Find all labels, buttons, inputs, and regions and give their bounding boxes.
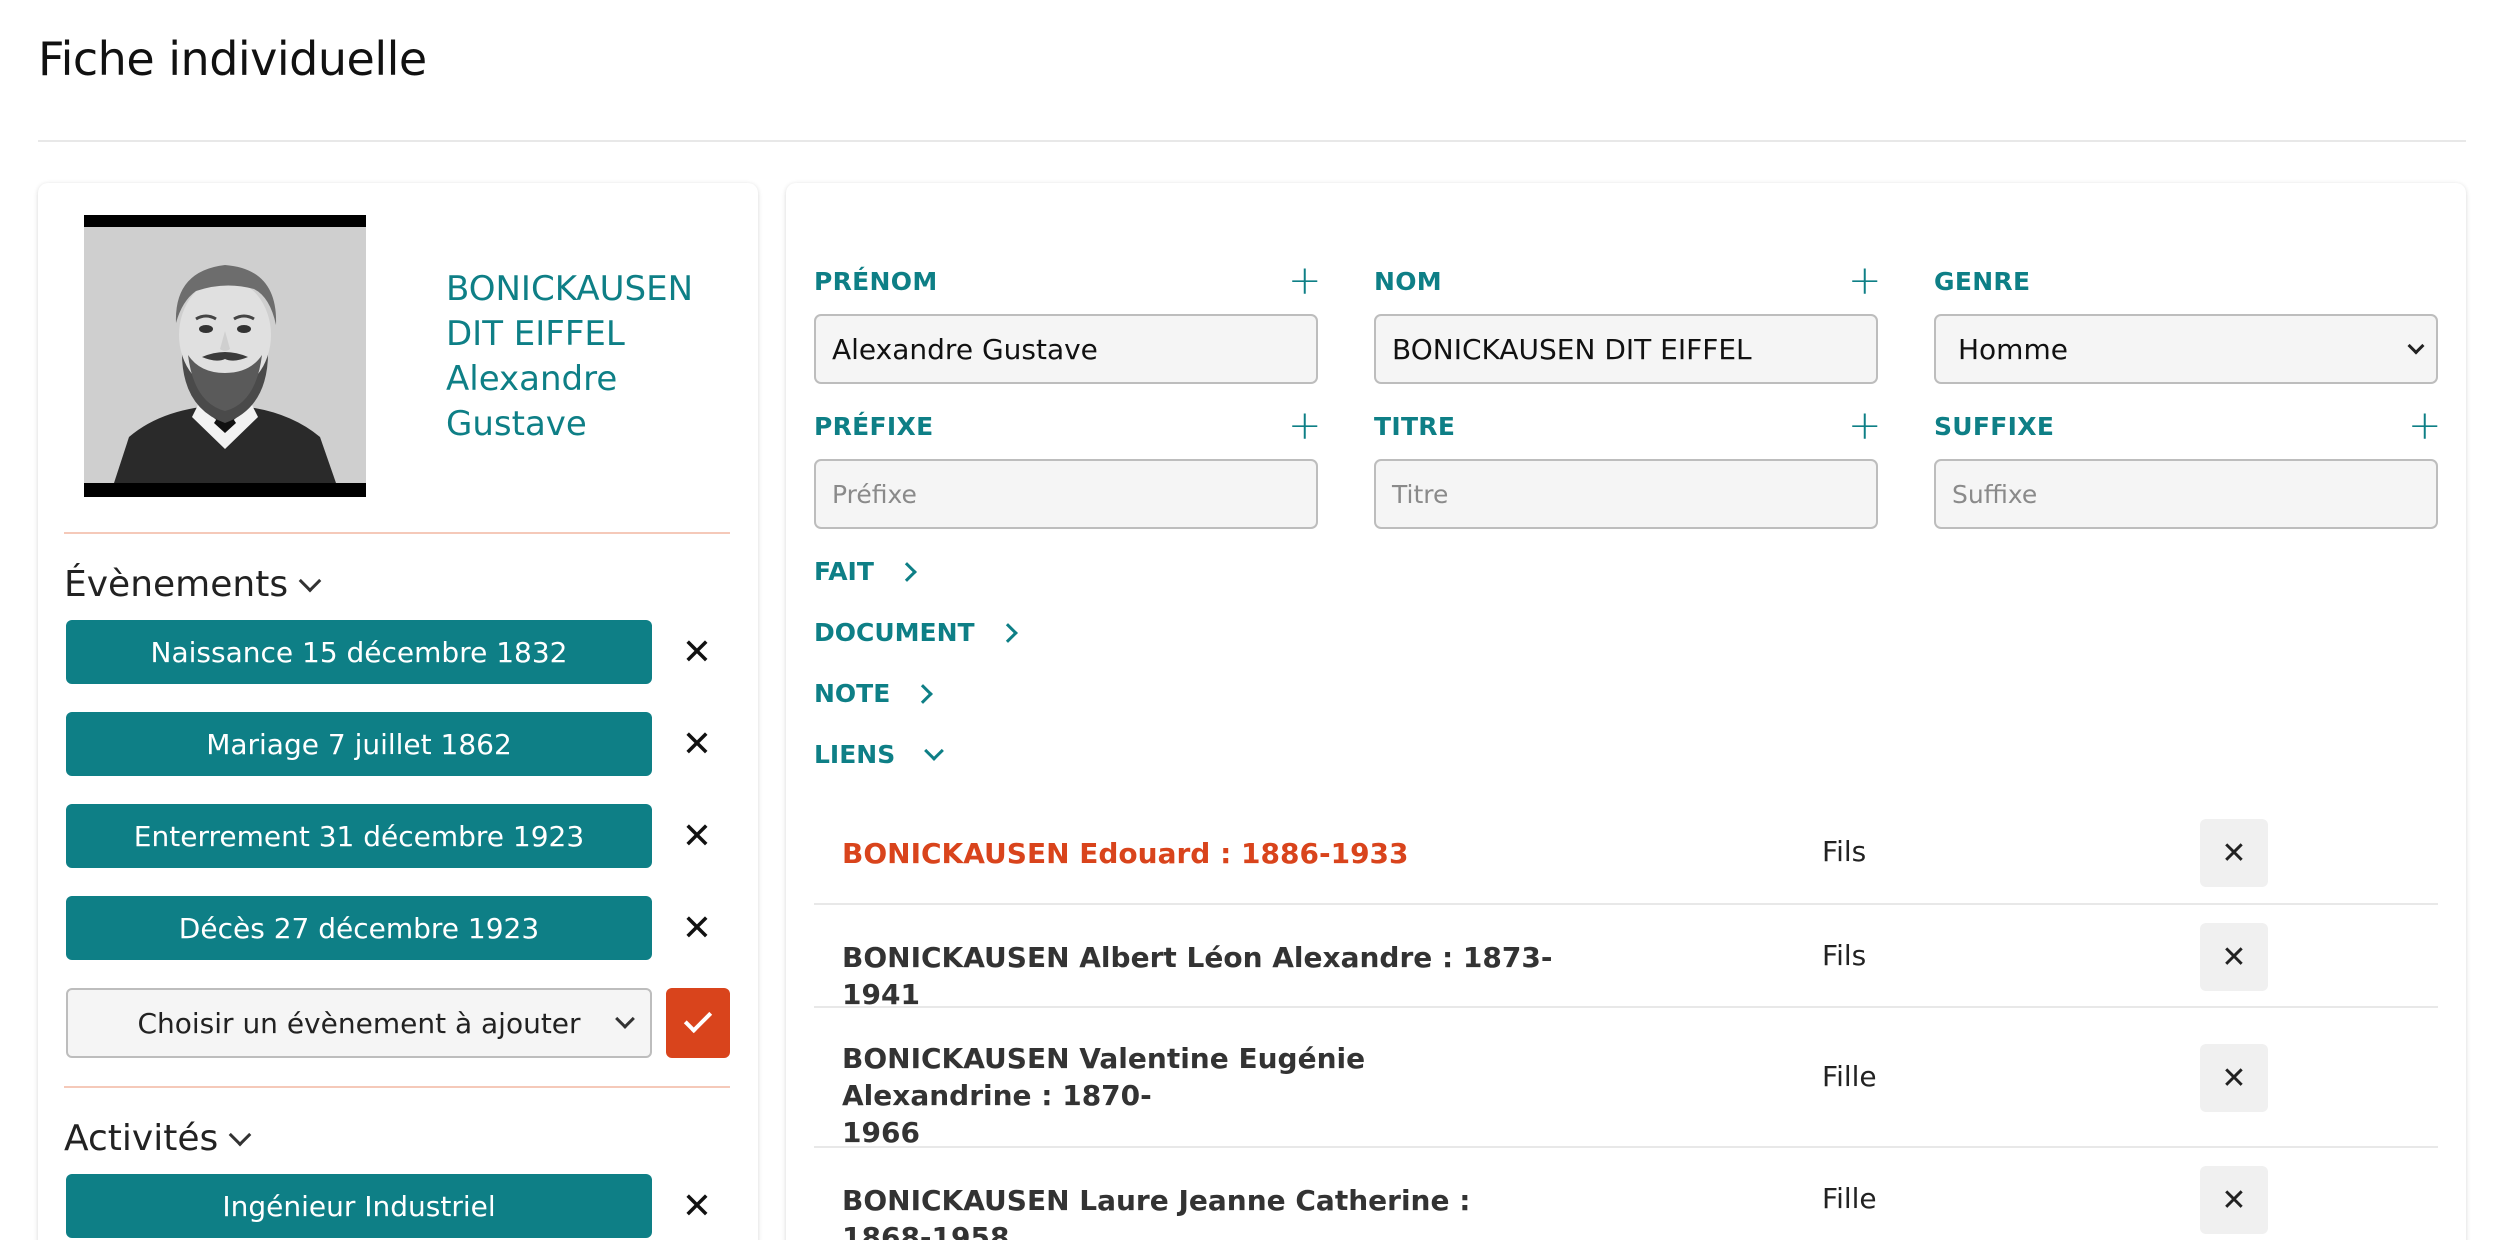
activities-heading: Activités xyxy=(64,1118,219,1159)
document-label: DOCUMENT xyxy=(814,618,975,647)
section-divider xyxy=(64,532,730,534)
link-relation: Fils xyxy=(1822,939,1867,972)
person-portrait xyxy=(84,215,366,497)
add-prefixe-plus-icon[interactable]: + xyxy=(1288,406,1322,446)
link-person-name[interactable]: BONICKAUSEN Edouard : 1886-1933 xyxy=(842,835,1562,872)
person-given-line1: Alexandre xyxy=(446,359,618,399)
titre-field[interactable]: Titre xyxy=(1374,459,1878,529)
activities-section-toggle[interactable]: Activités xyxy=(64,1118,252,1159)
chevron-down-icon xyxy=(924,740,945,761)
table-row: BONICKAUSEN Valentine Eugénie Alexandrin… xyxy=(814,1008,2438,1151)
close-icon: ✕ xyxy=(681,1185,713,1227)
chevron-down-icon xyxy=(615,1009,635,1029)
events-heading: Évènements xyxy=(64,564,289,605)
chevron-down-icon xyxy=(228,1123,252,1146)
link-relation: Fils xyxy=(1822,835,1867,868)
nom-field[interactable]: BONICKAUSEN DIT EIFFEL xyxy=(1374,314,1878,384)
check-icon xyxy=(683,1004,713,1034)
genre-select[interactable]: Homme xyxy=(1934,314,2438,384)
event-item-mariage[interactable]: Mariage 7 juillet 1862 xyxy=(66,712,652,776)
section-divider xyxy=(64,1086,730,1088)
portrait-image xyxy=(84,227,366,483)
add-event-select-value: Choisir un évènement à ajouter xyxy=(137,1006,581,1040)
document-section-toggle[interactable]: DOCUMENT xyxy=(814,618,1018,647)
close-icon: ✕ xyxy=(681,815,713,857)
page-title: Fiche individuelle xyxy=(38,32,427,86)
liens-label: LIENS xyxy=(814,740,896,769)
add-event-select[interactable]: Choisir un évènement à ajouter xyxy=(66,988,652,1058)
person-name: BONICKAUSEN DIT EIFFEL Alexandre Gustave xyxy=(446,267,736,447)
person-surname-line2: DIT EIFFEL xyxy=(446,314,625,354)
close-icon: ✕ xyxy=(681,907,713,949)
confirm-add-event-button[interactable] xyxy=(666,988,730,1058)
add-prenom-plus-icon[interactable]: + xyxy=(1288,261,1322,301)
event-item-naissance[interactable]: Naissance 15 décembre 1832 xyxy=(66,620,652,684)
remove-event-deces-button[interactable]: ✕ xyxy=(674,905,720,951)
title-divider xyxy=(38,140,2466,142)
genre-label: GENRE xyxy=(1934,267,2031,296)
close-icon: ✕ xyxy=(2221,835,2247,871)
chevron-right-icon xyxy=(897,561,917,582)
prenom-label: PRÉNOM xyxy=(814,267,938,296)
chevron-down-icon xyxy=(2407,337,2425,355)
suffixe-field[interactable]: Suffixe xyxy=(1934,459,2438,529)
fait-section-toggle[interactable]: FAIT xyxy=(814,557,917,586)
close-icon: ✕ xyxy=(2221,1182,2247,1218)
prefixe-label: PRÉFIXE xyxy=(814,412,934,441)
liens-section-toggle[interactable]: LIENS xyxy=(814,740,945,769)
link-person-name[interactable]: BONICKAUSEN Valentine Eugénie Alexandrin… xyxy=(842,1040,1562,1151)
table-row: BONICKAUSEN Laure Jeanne Catherine : 186… xyxy=(814,1148,2438,1240)
chevron-right-icon xyxy=(913,683,934,704)
person-summary-card: BONICKAUSEN DIT EIFFEL Alexandre Gustave… xyxy=(38,183,758,1240)
events-section-toggle[interactable]: Évènements xyxy=(64,564,322,605)
link-relation: Fille xyxy=(1822,1182,1877,1215)
prefixe-field[interactable]: Préfixe xyxy=(814,459,1318,529)
prenom-field[interactable]: Alexandre Gustave xyxy=(814,314,1318,384)
add-suffixe-plus-icon[interactable]: + xyxy=(2408,406,2442,446)
close-icon: ✕ xyxy=(681,631,713,673)
remove-link-button[interactable]: ✕ xyxy=(2200,1166,2268,1234)
link-person-name[interactable]: BONICKAUSEN Laure Jeanne Catherine : 186… xyxy=(842,1182,1562,1240)
nom-label: NOM xyxy=(1374,267,1442,296)
add-nom-plus-icon[interactable]: + xyxy=(1848,261,1882,301)
remove-link-button[interactable]: ✕ xyxy=(2200,923,2268,991)
person-given-line2: Gustave xyxy=(446,404,587,444)
link-person-name-line2: 1966 xyxy=(842,1116,920,1149)
remove-event-enterrement-button[interactable]: ✕ xyxy=(674,813,720,859)
table-row: BONICKAUSEN Albert Léon Alexandre : 1873… xyxy=(814,905,2438,1011)
remove-link-button[interactable]: ✕ xyxy=(2200,819,2268,887)
chevron-down-icon xyxy=(298,569,322,592)
titre-label: TITRE xyxy=(1374,412,1456,441)
genre-select-value: Homme xyxy=(1958,332,2068,366)
person-detail-card: PRÉNOM + Alexandre Gustave NOM + BONICKA… xyxy=(786,183,2466,1240)
close-icon: ✕ xyxy=(2221,939,2247,975)
note-section-toggle[interactable]: NOTE xyxy=(814,679,934,708)
link-person-name-line1: BONICKAUSEN Valentine Eugénie Alexandrin… xyxy=(842,1042,1366,1112)
close-icon: ✕ xyxy=(2221,1060,2247,1096)
activity-item-ingenieur[interactable]: Ingénieur Industriel xyxy=(66,1174,652,1238)
close-icon: ✕ xyxy=(681,723,713,765)
suffixe-label: SUFFIXE xyxy=(1934,412,2055,441)
add-titre-plus-icon[interactable]: + xyxy=(1848,406,1882,446)
event-item-enterrement[interactable]: Enterrement 31 décembre 1923 xyxy=(66,804,652,868)
table-row: BONICKAUSEN Edouard : 1886-1933 Fils ✕ xyxy=(814,801,2438,905)
event-item-deces[interactable]: Décès 27 décembre 1923 xyxy=(66,896,652,960)
link-person-name[interactable]: BONICKAUSEN Albert Léon Alexandre : 1873… xyxy=(842,939,1562,1013)
remove-activity-button[interactable]: ✕ xyxy=(674,1183,720,1229)
chevron-right-icon xyxy=(997,622,1018,643)
note-label: NOTE xyxy=(814,679,891,708)
link-relation: Fille xyxy=(1822,1060,1877,1093)
remove-link-button[interactable]: ✕ xyxy=(2200,1044,2268,1112)
remove-event-mariage-button[interactable]: ✕ xyxy=(674,721,720,767)
remove-event-naissance-button[interactable]: ✕ xyxy=(674,629,720,675)
person-surname-line1: BONICKAUSEN xyxy=(446,269,694,309)
fait-label: FAIT xyxy=(814,557,874,586)
